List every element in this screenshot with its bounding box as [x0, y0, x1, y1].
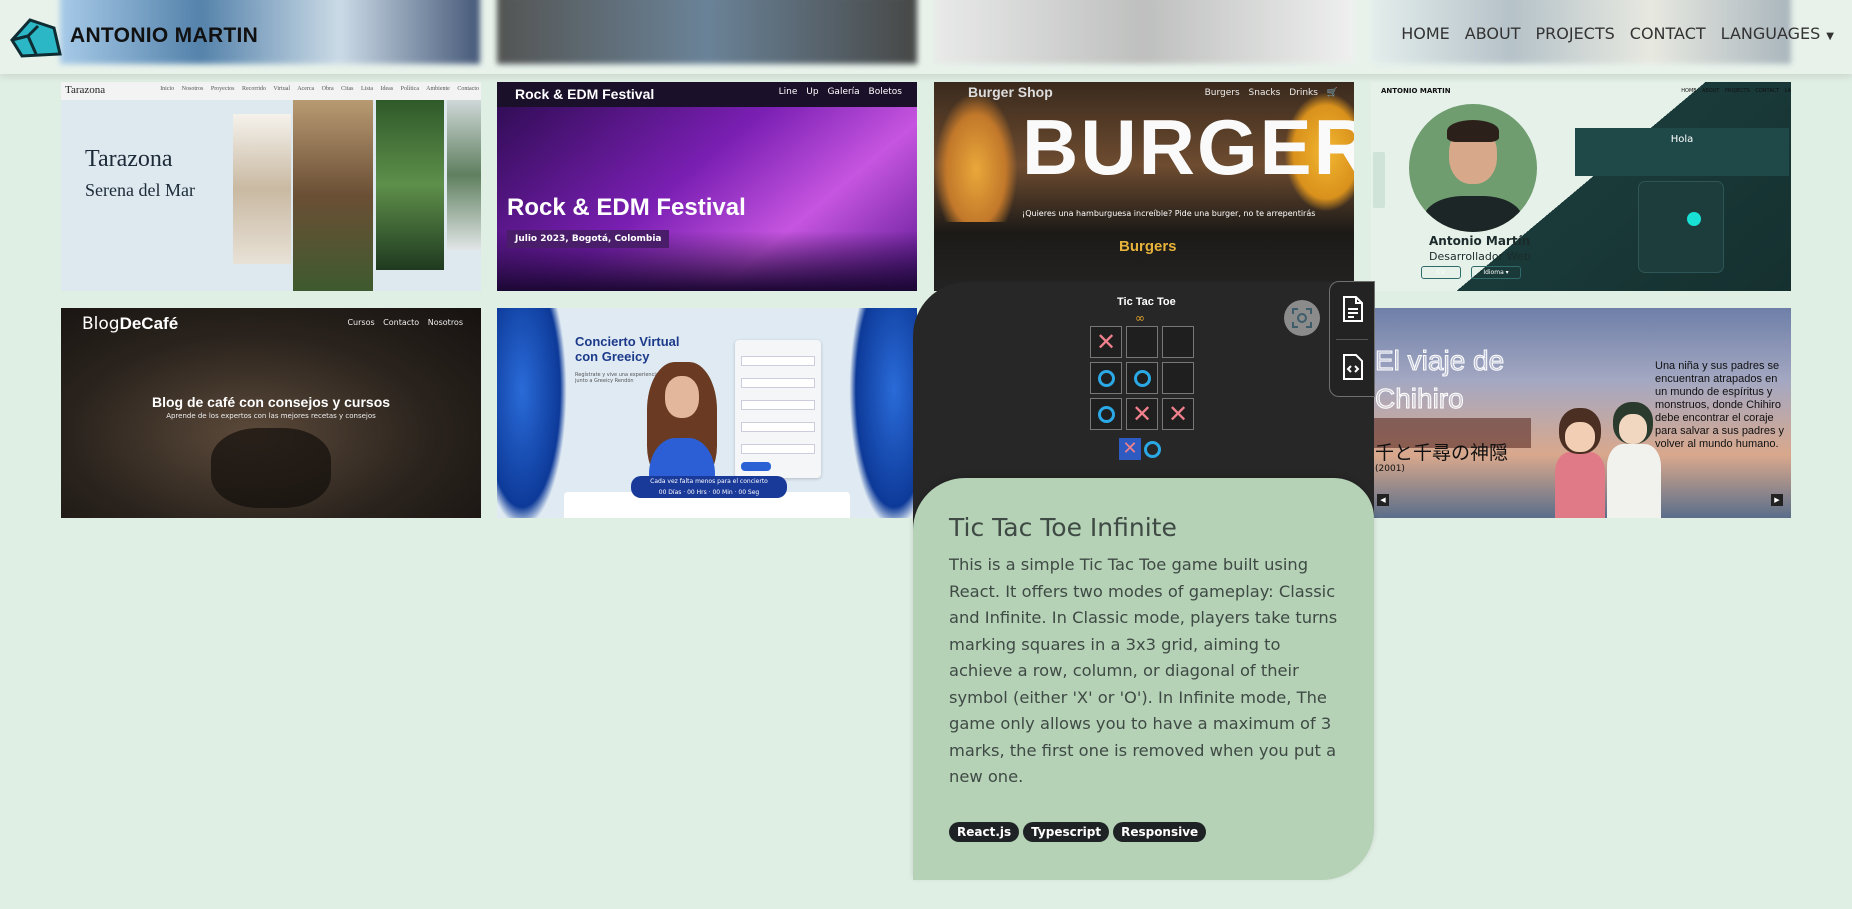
preview-brand: ANTONIO MARTIN — [1381, 87, 1451, 95]
top-navbar: ANTONIO MARTIN HOME ABOUT PROJECTS CONTA… — [0, 0, 1852, 74]
blurred-card-preview — [497, 0, 917, 64]
preview-image — [376, 100, 444, 270]
preview-countdown: Cada vez falta menos para el concierto 0… — [631, 476, 787, 498]
preview-theme-panel — [1639, 182, 1723, 272]
preview-links: HOME ABOUT PROJECTS CONTACT LA — [1681, 88, 1791, 94]
preview-title: Blog de café con consejos y cursos — [151, 394, 391, 410]
preview-title: Rock & EDM Festival — [507, 194, 746, 221]
turn-indicator: ✕ — [1119, 438, 1161, 460]
project-card-concierto[interactable]: Concierto Virtual con Greeicy Regístrate… — [497, 308, 917, 518]
preview-image — [233, 114, 291, 264]
preview-links: Line Up Galería Boletos — [778, 87, 902, 97]
nav-languages-label: LANGUAGES — [1720, 24, 1821, 43]
preview-date-badge: Julio 2023, Bogotá, Colombia — [507, 230, 670, 248]
preview-subtitle: Serena del Mar — [85, 180, 195, 200]
project-title: Tic Tac Toe Infinite — [949, 513, 1177, 542]
preview-brand: Rock & EDM Festival — [515, 86, 655, 102]
preview-links: Cursos Contacto Nosotros — [347, 318, 463, 327]
preview-logo: Tarazona — [65, 84, 106, 96]
preview-links: Inicio Nosotros Proyectos Recorrido Virt… — [160, 86, 479, 92]
project-card-chihiro[interactable]: El viaje de Chihiro 千と千尋の神隠 (2001) Una n… — [1371, 308, 1791, 518]
preview-image — [447, 100, 481, 250]
board-cell[interactable]: ✕ — [1162, 398, 1194, 430]
preview-logo: BlogDeCafé — [82, 314, 179, 334]
project-card-portfolio[interactable]: ANTONIO MARTIN HOME ABOUT PROJECTS CONTA… — [1371, 82, 1791, 291]
board-cell[interactable] — [1090, 398, 1122, 430]
tag-typescript: Typescript — [1023, 822, 1110, 842]
project-card-blog[interactable]: BlogDeCafé Cursos Contacto Nosotros Blog… — [61, 308, 481, 518]
preview-navbar: Tarazona Inicio Nosotros Proyectos Recor… — [61, 82, 481, 100]
brand[interactable]: ANTONIO MARTIN — [8, 14, 258, 58]
caret-down-icon: ▼ — [1826, 31, 1834, 42]
board-cell[interactable] — [1162, 362, 1194, 394]
preview-title: Tarazona — [85, 146, 173, 172]
preview-cv-button: CV — [1421, 266, 1461, 279]
board-cell[interactable] — [1162, 326, 1194, 358]
preview-image — [293, 100, 373, 291]
preview-social-bar — [1373, 152, 1385, 208]
preview-section-title: Burgers — [1119, 238, 1177, 255]
preview-name: Antonio Martín — [1429, 234, 1531, 248]
preview-slogan: ¡Quieres una hamburguesa increíble? Pide… — [1022, 209, 1316, 218]
project-actions — [1329, 281, 1375, 397]
leaves-decoration — [497, 308, 567, 518]
preview-subtitle: Aprende de los expertos con las mejores … — [166, 412, 376, 420]
carousel-next-icon[interactable]: ▶ — [1771, 494, 1783, 506]
board-cell[interactable] — [1090, 362, 1122, 394]
nav-about[interactable]: ABOUT — [1465, 24, 1521, 43]
preview-greeting: Hola — [1575, 128, 1789, 176]
preview-language-button: Idioma ▾ — [1471, 266, 1521, 279]
blurred-card-preview — [934, 0, 1354, 64]
project-card-tarazona[interactable]: Tarazona Inicio Nosotros Proyectos Recor… — [61, 82, 481, 291]
fries-image — [934, 92, 1018, 222]
nav-projects[interactable]: PROJECTS — [1535, 24, 1614, 43]
preview-year: (2001) — [1375, 464, 1405, 474]
preview-form — [735, 340, 821, 478]
project-card-burger[interactable]: Burger Shop Burgers Snacks Drinks 🛒 BURG… — [934, 82, 1354, 291]
preview-description: Una niña y sus padres se encuentran atra… — [1655, 360, 1785, 450]
preview-role: Desarrollador Web — [1429, 250, 1531, 263]
board-cell[interactable]: ✕ — [1090, 326, 1122, 358]
nav-home[interactable]: HOME — [1401, 24, 1450, 43]
preview-title: BURGER — [1022, 103, 1354, 191]
fullscreen-icon[interactable] — [1284, 300, 1320, 336]
tech-tags: React.js Typescript Responsive — [949, 822, 1207, 842]
board-cell[interactable]: ✕ — [1126, 398, 1158, 430]
project-detail-tictactoe[interactable]: Tic Tac Toe ∞ ✕ ✕ ✕ ✕ Tic Tac Toe Infini… — [913, 282, 1374, 880]
coffee-cup-image — [211, 428, 331, 508]
divider — [1336, 339, 1368, 340]
preview-links: Burgers Snacks Drinks 🛒 — [1204, 88, 1338, 98]
brand-name: ANTONIO MARTIN — [70, 24, 259, 47]
logo-icon — [10, 18, 62, 58]
infinity-icon: ∞ — [1135, 311, 1145, 325]
code-icon[interactable] — [1341, 352, 1365, 382]
tag-react: React.js — [949, 822, 1020, 842]
carousel-prev-icon[interactable]: ◀ — [1377, 494, 1389, 506]
project-description: This is a simple Tic Tac Toe game built … — [949, 555, 1338, 786]
nav-languages-dropdown[interactable]: LANGUAGES ▼ — [1721, 24, 1834, 43]
document-icon[interactable] — [1341, 294, 1365, 324]
nav-contact[interactable]: CONTACT — [1630, 24, 1706, 43]
main-nav: HOME ABOUT PROJECTS CONTACT LANGUAGES ▼ — [1401, 24, 1834, 43]
board-cell[interactable] — [1126, 326, 1158, 358]
preview-japanese-title: 千と千尋の神隠 — [1375, 442, 1509, 464]
board-cell[interactable] — [1126, 362, 1158, 394]
leaves-decoration — [849, 308, 917, 518]
preview-title: El viaje de Chihiro — [1375, 345, 1505, 415]
game-title: Tic Tac Toe — [1117, 296, 1176, 308]
tag-responsive: Responsive — [1113, 822, 1207, 842]
avatar — [1409, 104, 1537, 232]
project-card-festival[interactable]: Rock & EDM Festival Line Up Galería Bole… — [497, 82, 917, 291]
preview-brand: Burger Shop — [968, 84, 1053, 100]
